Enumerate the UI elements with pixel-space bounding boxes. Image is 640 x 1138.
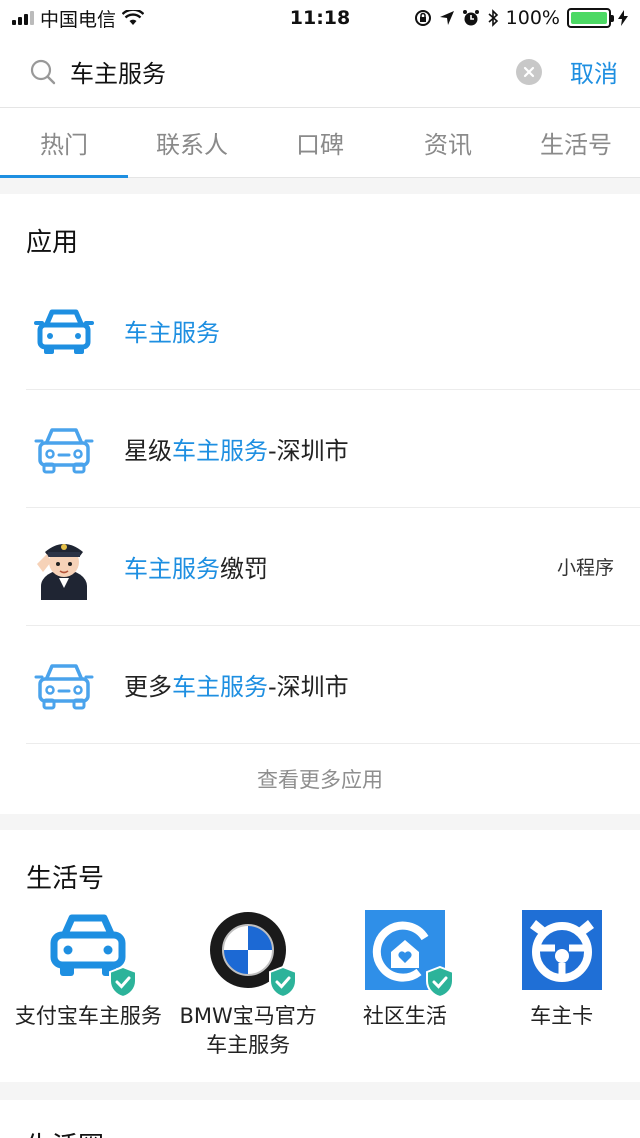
search-icon (30, 59, 56, 84)
app-list: 车主服务 星级车主服务-深圳市 车主服务缴罚 小程序 更多车主服务-深圳市 (0, 272, 640, 744)
app-name: 更多车主服务-深圳市 (124, 673, 349, 701)
status-bar: 中国电信 11:18 100% (0, 0, 640, 36)
mini-program-tag: 小程序 (556, 557, 614, 579)
app-name: 星级车主服务-深圳市 (124, 437, 349, 465)
tab-bar: 热门 联系人 口碑 资讯 生活号 (0, 108, 640, 178)
battery-percent: 100% (505, 7, 560, 29)
life-account-item[interactable]: 社区生活 (327, 908, 484, 1060)
tab-news[interactable]: 资讯 (384, 108, 512, 177)
app-row[interactable]: 更多车主服务-深圳市 (26, 626, 640, 744)
section-title-life-account: 生活号 (26, 864, 105, 894)
app-name: 车主服务 (124, 319, 220, 347)
clear-search-button[interactable] (516, 58, 542, 85)
app-row[interactable]: 星级车主服务-深圳市 (26, 390, 640, 508)
life-account-item[interactable]: BMW宝马官方车主服务 (170, 908, 327, 1060)
life-account-section: 生活号 支付宝车主服务 BMW宝马官方车主服务 社区生活 车主卡 (0, 830, 640, 1082)
life-account-item[interactable]: 车主卡 (483, 908, 640, 1060)
life-account-label: BMW宝马官方车主服务 (179, 1004, 317, 1057)
search-bar: 取消 (0, 36, 640, 108)
life-account-grid: 支付宝车主服务 BMW宝马官方车主服务 社区生活 车主卡 (0, 908, 640, 1082)
life-account-item[interactable]: 支付宝车主服务 (10, 908, 167, 1060)
life-account-label: 社区生活 (362, 1004, 447, 1028)
tab-koubei[interactable]: 口碑 (256, 108, 384, 177)
wifi-icon (122, 10, 145, 25)
tab-life-account[interactable]: 生活号 (512, 108, 640, 177)
alarm-icon (462, 10, 479, 26)
signal-icon (12, 11, 34, 25)
charging-icon (618, 10, 628, 26)
location-icon (439, 11, 454, 25)
battery-icon (567, 8, 614, 28)
life-account-label: 支付宝车主服务 (14, 1004, 162, 1028)
verified-shield-icon (425, 966, 454, 998)
car-icon (26, 293, 102, 369)
life-circle-section: 生活圈 (0, 1100, 640, 1138)
tab-hot[interactable]: 热门 (0, 108, 128, 178)
search-box[interactable] (30, 44, 570, 100)
section-title-life-circle: 生活圈 (0, 1100, 640, 1138)
steering-wheel-icon (521, 910, 602, 990)
close-icon (523, 66, 535, 77)
more-apps-link[interactable]: 查看更多应用 (0, 744, 640, 814)
car-icon (26, 411, 102, 487)
search-input[interactable] (70, 57, 516, 86)
app-row[interactable]: 车主服务 (26, 272, 640, 390)
apps-section: 应用 车主服务 星级车主服务-深圳市 车主服务缴罚 小程序 更多车主服务-深圳市… (0, 194, 640, 814)
app-row[interactable]: 车主服务缴罚 小程序 (26, 508, 640, 626)
section-title-apps: 应用 (26, 228, 79, 258)
verified-shield-icon (269, 966, 298, 998)
app-name: 车主服务缴罚 (124, 555, 268, 583)
carrier-label: 中国电信 (40, 8, 117, 31)
car-icon (26, 647, 102, 723)
police-avatar-icon (26, 529, 102, 605)
rotation-lock-icon (414, 10, 431, 26)
verified-shield-icon (109, 966, 138, 998)
page: 中国电信 11:18 100% 车主服务 取消 热门 联系人 口碑 资讯 生活号… (0, 0, 640, 1138)
life-account-label: 车主卡 (530, 1004, 594, 1028)
cancel-button[interactable]: 取消 (570, 54, 618, 89)
bluetooth-icon (488, 9, 498, 27)
tab-contacts[interactable]: 联系人 (128, 108, 256, 177)
